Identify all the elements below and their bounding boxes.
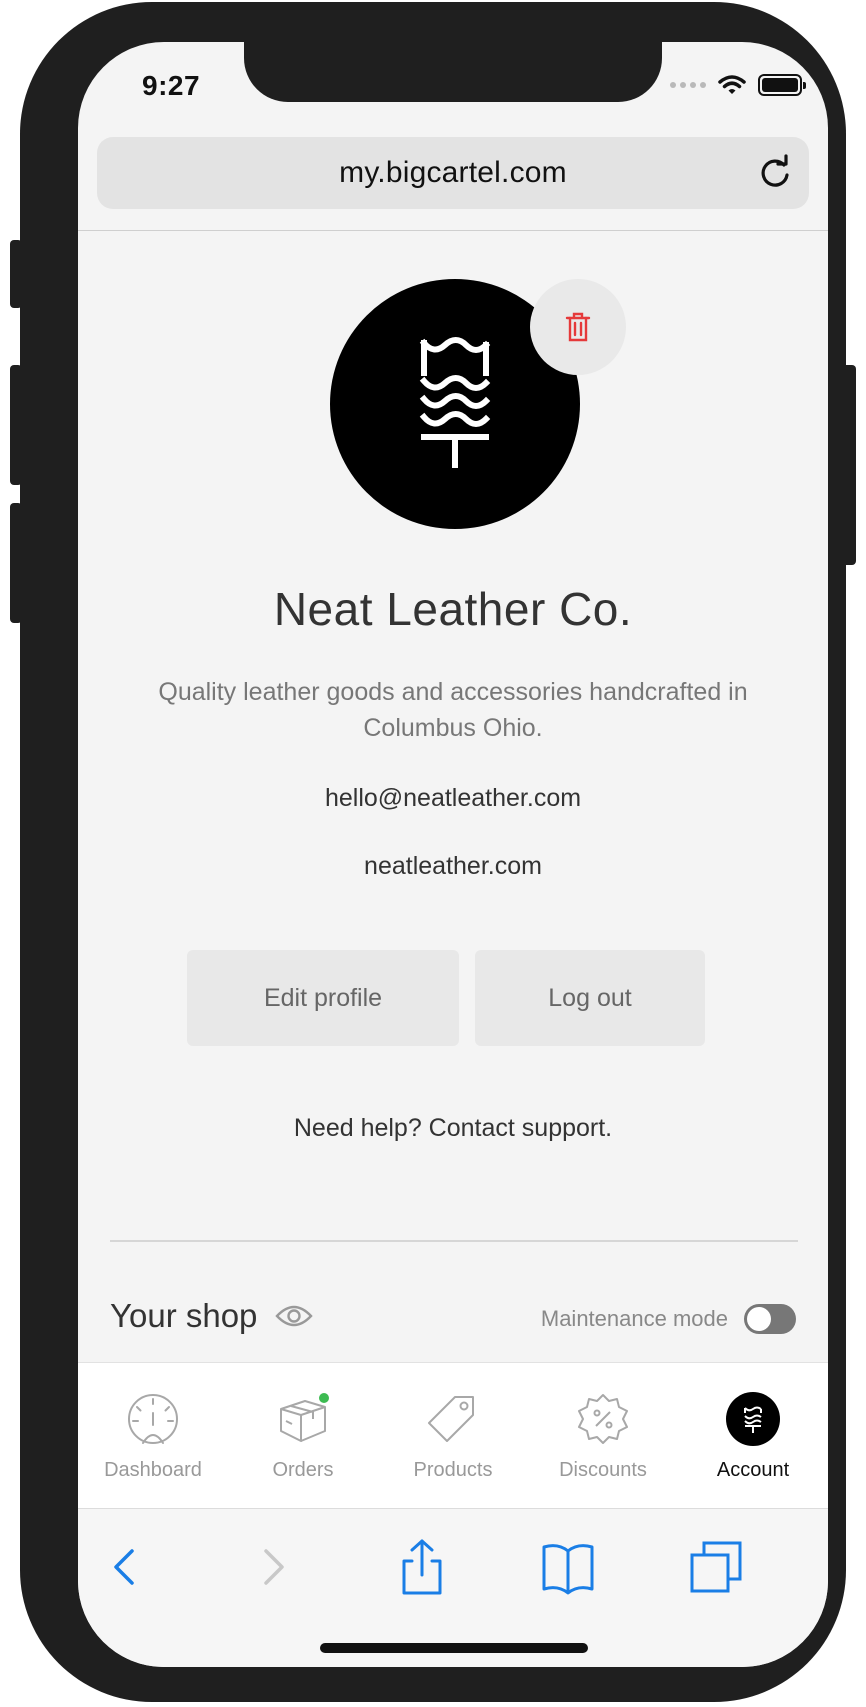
tab-label: Dashboard	[104, 1459, 202, 1481]
dashboard-icon	[128, 1394, 178, 1444]
trash-icon	[565, 312, 591, 342]
address-bar[interactable]: my.bigcartel.com	[97, 137, 809, 209]
edit-profile-button[interactable]: Edit profile	[187, 950, 459, 1046]
maintenance-mode-label: Maintenance mode	[540, 1306, 728, 1331]
log-out-button[interactable]: Log out	[475, 950, 705, 1046]
phone-screen: 9:27 my.bigcartel.com Neat Leather Co. Q…	[78, 42, 828, 1667]
toggle-knob	[747, 1307, 771, 1331]
maintenance-mode: Maintenance mode	[541, 1304, 796, 1334]
shop-website[interactable]: neatleather.com	[78, 852, 828, 881]
account-logo-icon	[726, 1392, 780, 1446]
bookmarks-icon[interactable]	[540, 1539, 596, 1595]
wifi-icon	[718, 75, 746, 94]
battery-icon	[758, 74, 806, 96]
notch	[244, 42, 662, 102]
app-tab-bar: Dashboard Orders Products Discounts Acco…	[78, 1362, 828, 1508]
delete-avatar-button[interactable]	[530, 279, 626, 375]
notification-dot	[319, 1393, 329, 1403]
tab-orders[interactable]: Orders	[228, 1363, 378, 1509]
shop-email[interactable]: hello@neatleather.com	[78, 784, 828, 813]
tab-products[interactable]: Products	[378, 1363, 528, 1509]
shop-name: Neat Leather Co.	[273, 583, 633, 635]
back-icon[interactable]	[98, 1539, 154, 1595]
phone-frame: 9:27 my.bigcartel.com Neat Leather Co. Q…	[20, 2, 846, 1702]
eye-icon[interactable]	[275, 1304, 314, 1328]
maintenance-mode-toggle[interactable]	[744, 1304, 796, 1334]
status-time: 9:27	[142, 70, 201, 101]
share-icon[interactable]	[394, 1539, 450, 1595]
reload-icon[interactable]	[755, 153, 795, 193]
tab-label: Orders	[272, 1459, 334, 1481]
tab-label: Account	[716, 1459, 790, 1481]
forward-icon[interactable]	[244, 1539, 300, 1595]
tab-discounts[interactable]: Discounts	[528, 1363, 678, 1509]
tag-icon	[428, 1396, 474, 1442]
home-indicator	[320, 1643, 588, 1653]
shop-logo-icon	[419, 337, 491, 468]
box-icon	[275, 1391, 331, 1447]
shop-description: Quality leather goods and accessories ha…	[158, 678, 748, 742]
tabs-icon[interactable]	[688, 1539, 744, 1595]
contact-support-link[interactable]: Need help? Contact support.	[78, 1114, 828, 1143]
tab-dashboard[interactable]: Dashboard	[78, 1363, 228, 1509]
divider	[78, 230, 828, 231]
tab-account[interactable]: Account	[678, 1363, 828, 1509]
signal-icon	[670, 82, 706, 88]
url-text: my.bigcartel.com	[339, 156, 567, 189]
discount-badge-icon	[578, 1394, 628, 1444]
your-shop-header: Your shop	[110, 1297, 314, 1335]
tab-label: Discounts	[559, 1459, 647, 1481]
section-divider	[110, 1240, 798, 1242]
your-shop-title: Your shop	[110, 1297, 258, 1334]
tab-label: Products	[413, 1459, 493, 1481]
status-icons	[670, 74, 806, 96]
